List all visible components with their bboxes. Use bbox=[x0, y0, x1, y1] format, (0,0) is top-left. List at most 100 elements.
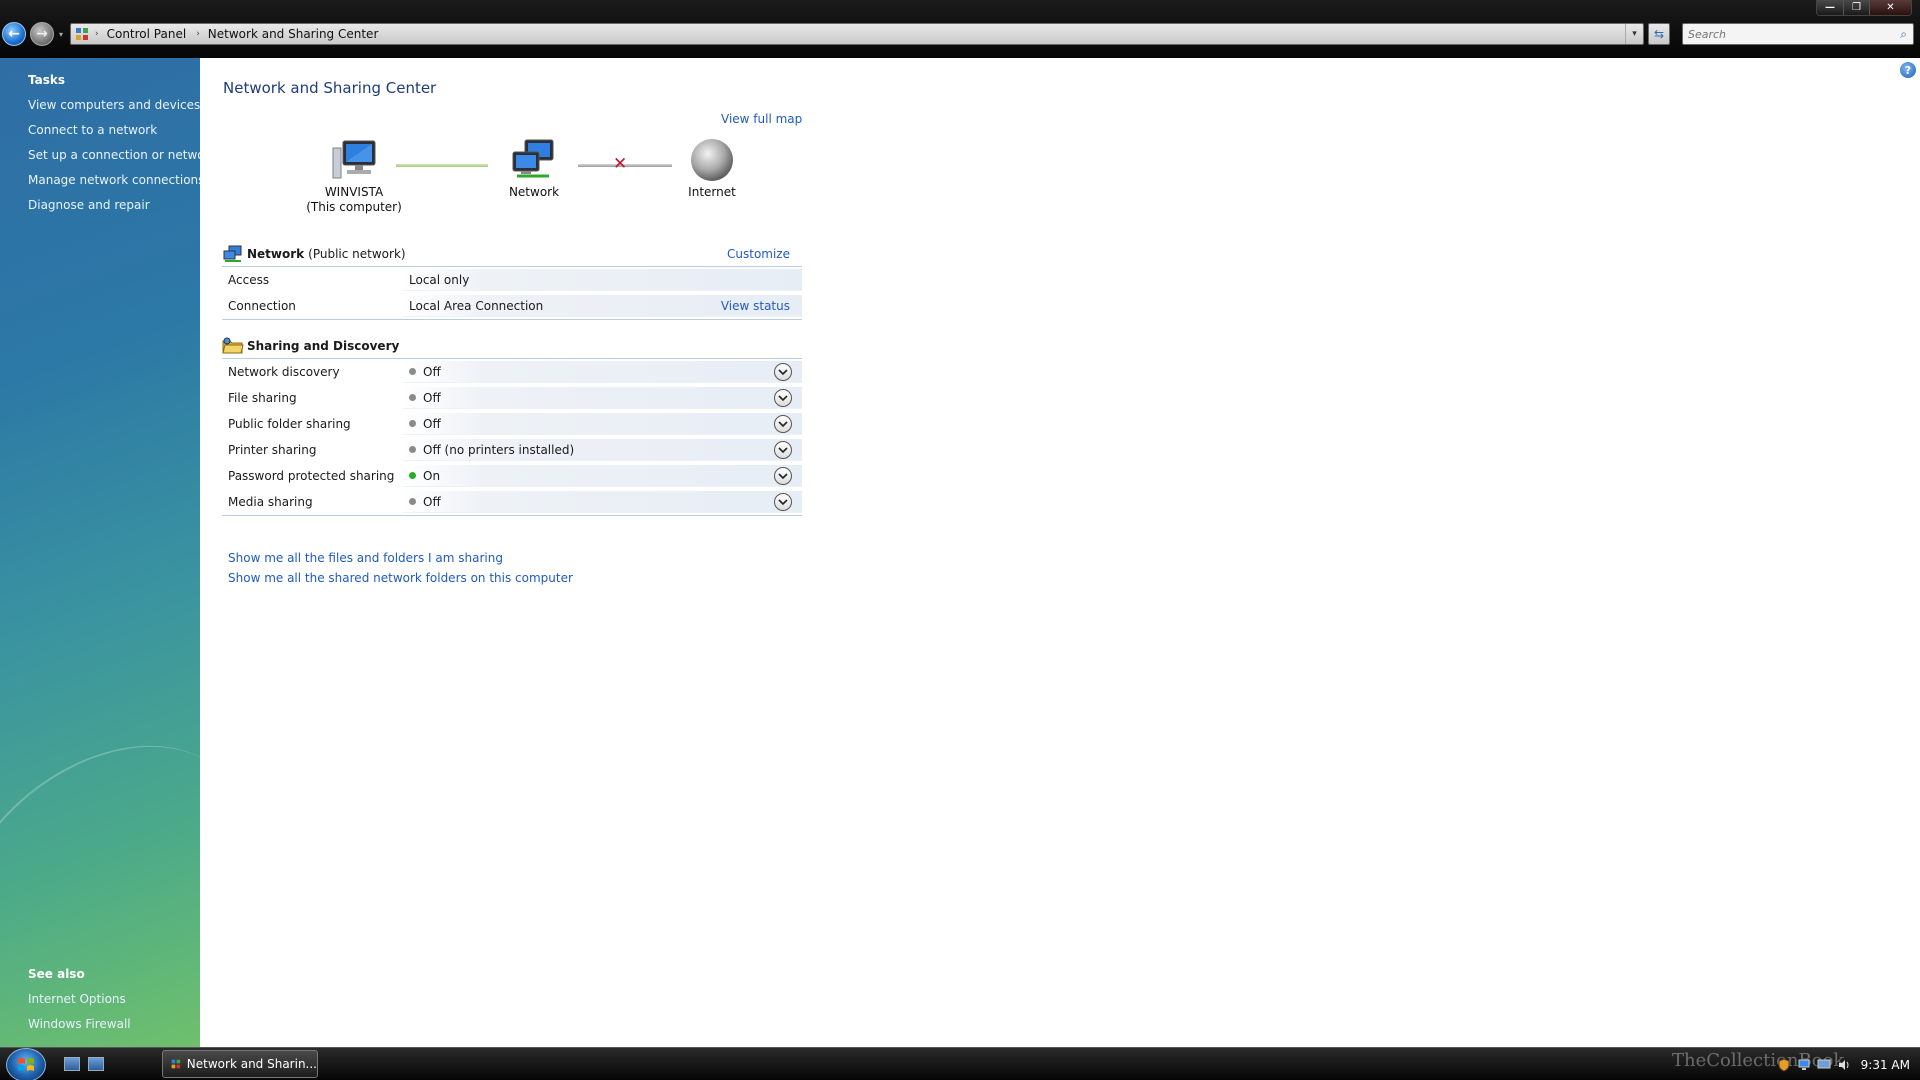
task-connect-to-a-network[interactable]: Connect to a network bbox=[28, 123, 157, 137]
see-also-heading: See also bbox=[28, 967, 85, 981]
status-on-icon bbox=[409, 472, 416, 479]
switch-windows-icon[interactable] bbox=[88, 1057, 104, 1071]
expand-password-protected-sharing-button[interactable] bbox=[774, 467, 792, 485]
chevron-down-icon bbox=[778, 395, 788, 402]
show-shared-files-link[interactable]: Show me all the files and folders I am s… bbox=[228, 551, 503, 565]
expand-media-sharing-button[interactable] bbox=[774, 493, 792, 511]
table-row: Connection Local Area Connection View st… bbox=[222, 293, 802, 319]
taskbar-item-network-and-sharing-center[interactable]: Network and Sharin... bbox=[162, 1050, 318, 1078]
chevron-down-icon bbox=[778, 473, 788, 480]
recent-pages-dropdown[interactable]: ▾ bbox=[56, 27, 66, 41]
connection-value: Local Area Connection bbox=[409, 298, 544, 313]
expand-network-discovery-button[interactable] bbox=[774, 363, 792, 381]
see-also-internet-options[interactable]: Internet Options bbox=[28, 992, 126, 1006]
network-status-icon[interactable] bbox=[1797, 1058, 1811, 1072]
public-folder-sharing-status: Off bbox=[423, 416, 441, 431]
address-dropdown-button[interactable]: ▾ bbox=[1625, 24, 1643, 44]
chevron-down-icon bbox=[778, 421, 788, 428]
access-value: Local only bbox=[409, 272, 470, 287]
breadcrumb-separator[interactable]: › bbox=[196, 29, 200, 39]
row-value: On bbox=[403, 465, 802, 487]
breadcrumb-separator: › bbox=[95, 29, 99, 39]
volume-icon[interactable] bbox=[1837, 1058, 1851, 1072]
row-key-media-sharing: Media sharing bbox=[228, 495, 313, 509]
network-small-icon bbox=[222, 244, 244, 264]
no-connection-icon[interactable]: ✕ bbox=[613, 155, 627, 173]
see-also-windows-firewall[interactable]: Windows Firewall bbox=[28, 1017, 131, 1031]
map-computer-sub: (This computer) bbox=[306, 200, 402, 214]
refresh-button[interactable]: ⇆ bbox=[1648, 23, 1670, 45]
file-sharing-status: Off bbox=[423, 390, 441, 405]
address-bar[interactable]: › Control Panel › Network and Sharing Ce… bbox=[70, 23, 1644, 45]
status-off-icon bbox=[409, 368, 416, 375]
expand-printer-sharing-button[interactable] bbox=[774, 441, 792, 459]
help-button[interactable]: ? bbox=[1900, 62, 1916, 78]
close-button[interactable]: ✕ bbox=[1869, 0, 1911, 15]
chevron-down-icon bbox=[778, 447, 788, 454]
table-row: Media sharing Off bbox=[222, 489, 802, 515]
show-shared-network-folders-link[interactable]: Show me all the shared network folders o… bbox=[228, 571, 573, 585]
row-value: Off bbox=[403, 413, 802, 435]
status-off-icon bbox=[409, 394, 416, 401]
minimize-button[interactable]: — bbox=[1817, 0, 1843, 15]
globe-icon bbox=[691, 139, 733, 181]
windows-logo-icon bbox=[18, 1058, 34, 1071]
task-set-up-connection[interactable]: Set up a connection or network bbox=[28, 148, 200, 162]
view-full-map-link[interactable]: View full map bbox=[721, 112, 802, 126]
back-button[interactable]: ← bbox=[2, 22, 26, 46]
status-off-icon bbox=[409, 420, 416, 427]
clock[interactable]: 9:31 AM bbox=[1861, 1058, 1910, 1072]
map-node-this-computer[interactable]: WINVISTA (This computer) bbox=[304, 138, 404, 215]
maximize-button[interactable]: ❐ bbox=[1843, 0, 1869, 15]
display-icon[interactable] bbox=[1817, 1058, 1831, 1072]
network-section-header: Network (Public network) Customize bbox=[222, 243, 802, 265]
view-status-link[interactable]: View status bbox=[721, 299, 790, 313]
password-protected-sharing-status: On bbox=[423, 468, 441, 483]
taskbar-item-label: Network and Sharin... bbox=[186, 1057, 317, 1071]
search-input[interactable] bbox=[1683, 25, 1883, 43]
row-value: Off (no printers installed) bbox=[403, 439, 802, 461]
forward-button[interactable]: → bbox=[30, 22, 54, 46]
customize-link[interactable]: Customize bbox=[727, 247, 790, 261]
status-off-icon bbox=[409, 446, 416, 453]
row-key-file-sharing: File sharing bbox=[228, 391, 297, 405]
taskbar: Network and Sharin... TheCollectionBook … bbox=[0, 1047, 1920, 1080]
security-shield-icon[interactable] bbox=[1777, 1057, 1791, 1072]
search-icon[interactable]: ⌕ bbox=[1900, 27, 1907, 42]
page-title: Network and Sharing Center bbox=[223, 79, 437, 97]
network-icon bbox=[512, 139, 554, 178]
chevron-down-icon bbox=[778, 369, 788, 376]
media-sharing-status: Off bbox=[423, 494, 441, 509]
expand-file-sharing-button[interactable] bbox=[774, 389, 792, 407]
task-diagnose-and-repair[interactable]: Diagnose and repair bbox=[28, 198, 150, 212]
task-view-computers-and-devices[interactable]: View computers and devices bbox=[28, 98, 200, 112]
task-pane: Tasks View computers and devices Connect… bbox=[0, 58, 200, 1047]
sharing-section-header: Sharing and Discovery bbox=[222, 335, 802, 357]
table-row: File sharing Off bbox=[222, 385, 802, 411]
task-manage-network-connections[interactable]: Manage network connections bbox=[28, 173, 200, 187]
row-value: Off bbox=[403, 361, 802, 383]
breadcrumb-network-and-sharing-center[interactable]: Network and Sharing Center bbox=[208, 27, 379, 41]
start-button[interactable] bbox=[6, 1048, 46, 1080]
row-key-password-protected-sharing: Password protected sharing bbox=[228, 469, 395, 483]
main-content: ? Network and Sharing Center View full m… bbox=[200, 58, 1920, 1047]
table-row: Access Local only bbox=[222, 267, 802, 293]
breadcrumb-control-panel[interactable]: Control Panel bbox=[107, 27, 187, 41]
computer-icon bbox=[332, 140, 376, 179]
system-tray: 9:31 AM bbox=[1771, 1048, 1920, 1080]
printer-sharing-status: Off (no printers installed) bbox=[423, 442, 575, 457]
status-off-icon bbox=[409, 498, 416, 505]
shared-folder-icon bbox=[222, 336, 244, 356]
sharing-table: Network discovery Off File sharing Off P… bbox=[222, 358, 802, 516]
search-box[interactable]: ⌕ bbox=[1682, 23, 1914, 45]
map-node-internet[interactable]: Internet bbox=[662, 138, 762, 200]
control-panel-icon bbox=[75, 27, 89, 41]
row-value: Local only bbox=[403, 269, 802, 291]
network-discovery-status: Off bbox=[423, 364, 441, 379]
expand-public-folder-sharing-button[interactable] bbox=[774, 415, 792, 433]
row-key-printer-sharing: Printer sharing bbox=[228, 443, 317, 457]
network-name: Network bbox=[247, 247, 305, 261]
show-desktop-icon[interactable] bbox=[64, 1057, 80, 1071]
map-node-network[interactable]: Network bbox=[484, 138, 584, 200]
table-row: Public folder sharing Off bbox=[222, 411, 802, 437]
